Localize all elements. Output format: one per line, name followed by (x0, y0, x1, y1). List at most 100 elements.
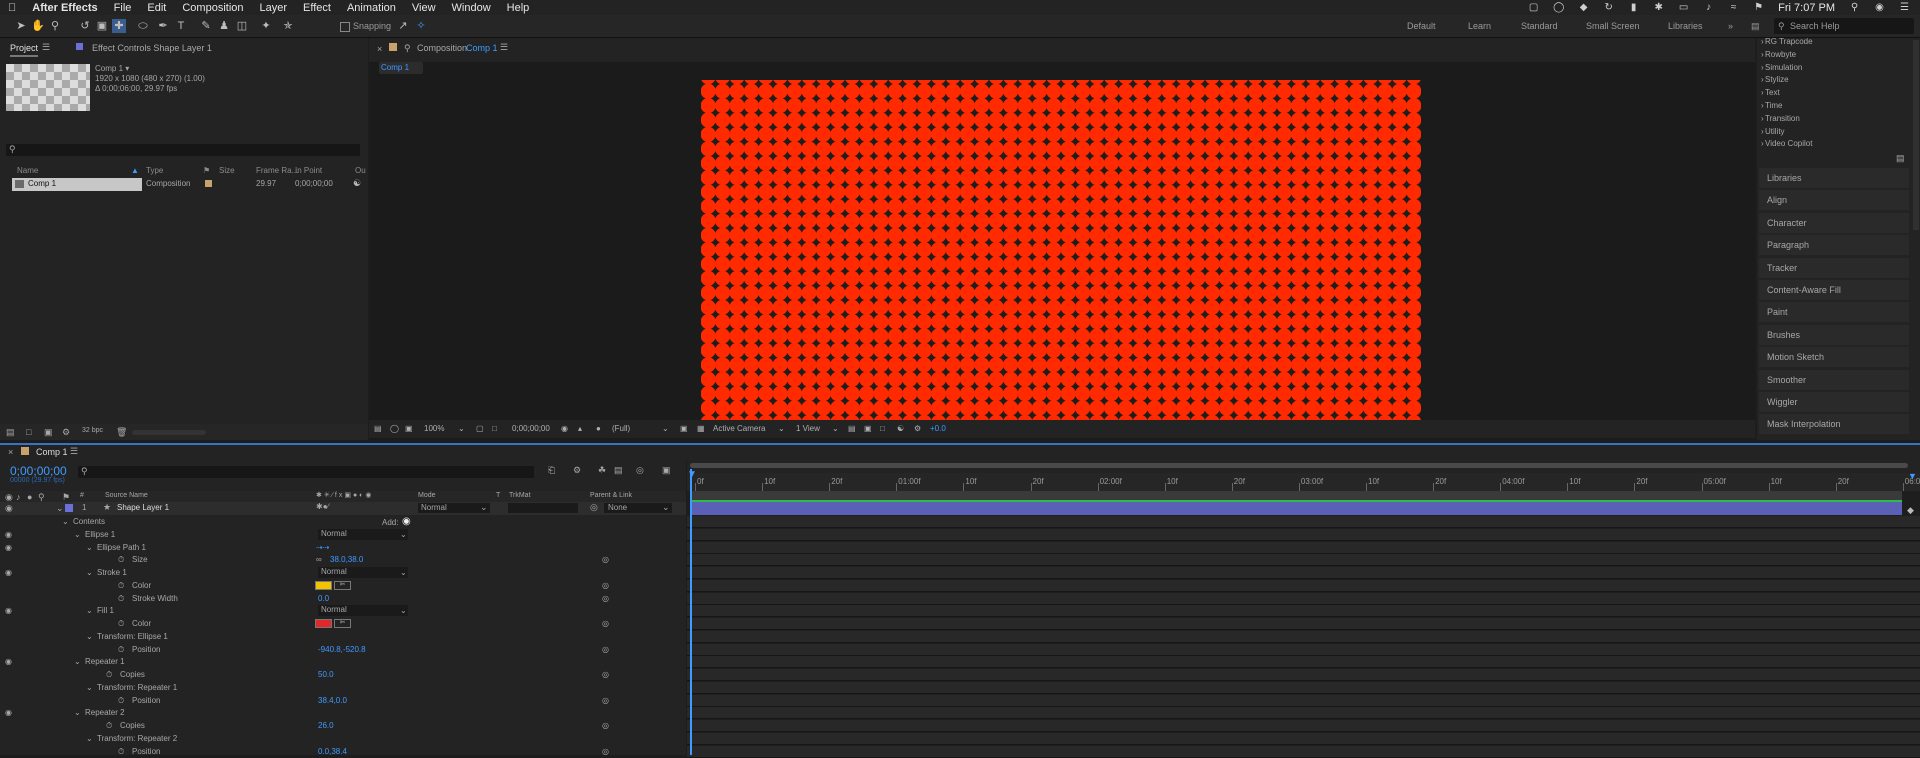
effect-category[interactable]: Rowbyte (1765, 50, 1796, 59)
expand-chevron-icon[interactable]: ⌄ (86, 568, 93, 577)
view-layout-select[interactable]: 1 View (796, 424, 820, 433)
effect-category[interactable]: RG Trapcode (1765, 37, 1813, 46)
bit-depth[interactable]: 32 bpc (82, 427, 103, 434)
panel-align[interactable]: Align (1759, 190, 1909, 210)
expand-chevron-icon[interactable]: ⌄ (74, 530, 81, 539)
shy-layers-icon[interactable]: ☘ (598, 465, 606, 476)
playhead[interactable] (690, 469, 692, 755)
menu-edit[interactable]: Edit (139, 2, 174, 14)
panel-libraries[interactable]: Libraries (1759, 168, 1909, 188)
expand-chevron-icon[interactable]: › (1761, 139, 1764, 148)
ellipse-tool-icon[interactable]: ⬭ (136, 19, 150, 33)
lock-icon[interactable]: ⚲ (404, 43, 411, 54)
col-mode[interactable]: Mode (418, 492, 436, 499)
col-source-name[interactable]: Source Name (105, 492, 148, 499)
expand-chevron-icon[interactable]: › (1761, 75, 1764, 84)
expression-pickwhip-icon[interactable]: ◎ (602, 581, 609, 590)
flowchart-icon[interactable]: ☯ (353, 178, 361, 189)
expression-pickwhip-icon[interactable]: ◎ (602, 670, 609, 679)
add-property-icon[interactable]: ◉ (402, 516, 411, 527)
creative-cloud-icon[interactable]: ◯ (1553, 3, 1564, 13)
expression-pickwhip-icon[interactable]: ◎ (602, 696, 609, 705)
fast-previews-icon[interactable]: ▣ (864, 424, 872, 433)
layer-trkmat-select[interactable] (508, 503, 578, 513)
tab-project[interactable]: Project (10, 43, 38, 57)
eraser-tool-icon[interactable]: ◫ (235, 19, 249, 33)
property-row[interactable]: ⏱Copies26.0◎ (0, 720, 686, 732)
zoom-tool-icon[interactable]: ⚲ (48, 19, 62, 33)
snapping-checkbox[interactable] (340, 22, 350, 32)
roto-brush-tool-icon[interactable]: ✦ (259, 19, 273, 33)
siri-icon[interactable]: ◉ (1874, 3, 1885, 13)
stopwatch-icon[interactable]: ⏱ (118, 747, 124, 757)
expand-chevron-icon[interactable]: ⌄ (86, 632, 93, 641)
property-value[interactable]: -940.8,-520.8 (318, 645, 366, 654)
expand-chevron-icon[interactable]: ⌄ (56, 503, 64, 514)
label-swatch[interactable] (205, 180, 212, 187)
menu-effect[interactable]: Effect (295, 2, 339, 14)
panel-paint[interactable]: Paint (1759, 302, 1909, 322)
col-parent[interactable]: Parent & Link (590, 492, 632, 499)
panel-options-icon[interactable]: ▤ (1896, 153, 1905, 164)
visibility-eye-icon[interactable]: ◉ (5, 657, 12, 666)
search-help-input[interactable]: ⚲ Search Help (1774, 18, 1914, 34)
expression-pickwhip-icon[interactable]: ◎ (602, 721, 609, 730)
property-value[interactable]: 38.4,0.0 (318, 696, 347, 705)
expand-chevron-icon[interactable]: › (1761, 114, 1764, 123)
panel-menu-icon[interactable]: ☰ (500, 42, 508, 53)
menu-composition[interactable]: Composition (174, 2, 251, 14)
expression-pickwhip-icon[interactable]: ◎ (602, 555, 609, 564)
toggle-mask-icon[interactable]: □ (492, 424, 497, 433)
transparency-grid-icon[interactable]: ▦ (697, 424, 705, 433)
chevron-down-icon[interactable]: ⌄ (778, 424, 785, 433)
menu-help[interactable]: Help (499, 2, 538, 14)
eyedropper-icon[interactable]: ✄ (334, 619, 351, 628)
workspace-standard[interactable]: Standard (1521, 21, 1558, 31)
blend-mode-select[interactable]: Normal (318, 605, 408, 616)
visibility-eye-icon[interactable]: ◉ (5, 708, 12, 717)
eyedropper-icon[interactable]: ✄ (334, 581, 351, 590)
pen-tool-icon[interactable]: ✒ (156, 19, 170, 33)
flag-icon[interactable]: ⚑ (1753, 3, 1764, 13)
layer-out-point-icon[interactable]: ◆ (1907, 505, 1914, 516)
viewer-tab-comp[interactable]: Comp 1 (466, 43, 498, 53)
expand-chevron-icon[interactable]: › (1761, 63, 1764, 72)
type-tool-icon[interactable]: T (174, 19, 188, 33)
panel-paragraph[interactable]: Paragraph (1759, 235, 1909, 255)
blend-mode-select[interactable]: Normal (318, 529, 408, 540)
pixel-aspect-icon[interactable]: ▤ (848, 424, 856, 433)
current-time[interactable]: 0;00;00;00 (512, 424, 550, 433)
panel-motion-sketch[interactable]: Motion Sketch (1759, 347, 1909, 367)
workspace-libraries[interactable]: Libraries (1668, 21, 1703, 31)
composition-canvas[interactable] (701, 80, 1421, 420)
layer-label-swatch[interactable] (65, 504, 73, 512)
panel-smoother[interactable]: Smoother (1759, 370, 1909, 390)
property-row[interactable]: ⏱Color✄◎ (0, 618, 686, 630)
project-settings-icon[interactable]: ⚙ (62, 427, 70, 438)
menu-animation[interactable]: Animation (339, 2, 404, 14)
visibility-eye-icon[interactable]: ◉ (5, 606, 12, 615)
clone-stamp-tool-icon[interactable]: ♟ (217, 19, 231, 33)
property-row[interactable]: ⏱Position38.4,0.0◎ (0, 695, 686, 707)
adobe-icon[interactable]: ▢ (1528, 3, 1539, 13)
always-preview-icon[interactable]: ▤ (374, 424, 382, 433)
thumbnail-slider[interactable] (132, 430, 206, 435)
project-item-row[interactable]: Comp 1 (12, 178, 142, 191)
timeline-timecode[interactable]: 0;00;00;00 (10, 464, 67, 478)
region-icon[interactable]: ▣ (680, 424, 688, 433)
effect-category[interactable]: Simulation (1765, 63, 1802, 72)
panel-character[interactable]: Character (1759, 213, 1909, 233)
work-area-range[interactable] (690, 463, 1908, 468)
expand-chevron-icon[interactable]: › (1761, 37, 1764, 46)
frame-blending-icon[interactable]: ▤ (614, 465, 623, 476)
effect-category[interactable]: Text (1765, 88, 1780, 97)
stopwatch-icon[interactable]: ⏱ (118, 696, 124, 706)
expand-chevron-icon[interactable]: › (1761, 127, 1764, 136)
effect-category[interactable]: Transition (1765, 114, 1800, 123)
property-row[interactable]: ⏱Stroke Width0.0◎ (0, 593, 686, 605)
panel-mask-interpolation[interactable]: Mask Interpolation (1759, 414, 1909, 434)
visibility-eye-icon[interactable]: ◉ (5, 543, 12, 552)
solo-switch-icon[interactable]: ● (27, 492, 32, 502)
rotation-tool-icon[interactable]: ↺ (78, 19, 92, 33)
expand-chevron-icon[interactable]: ⌄ (86, 543, 93, 552)
